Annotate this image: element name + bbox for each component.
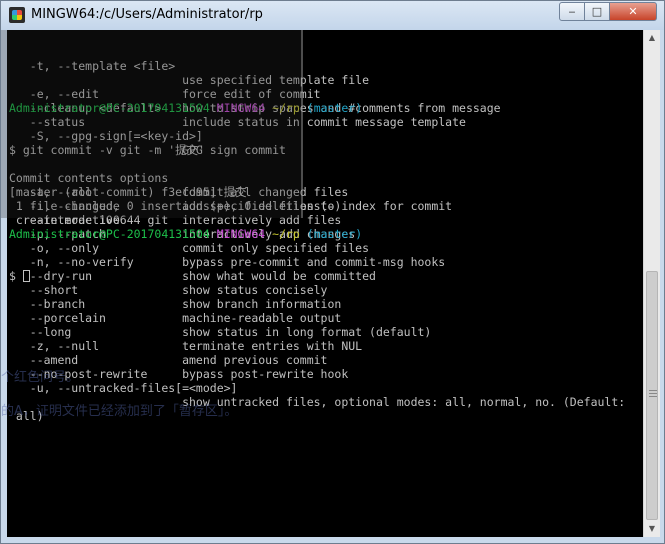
command-line: $ git commit -v git -m '提交' — [9, 143, 206, 157]
minimize-button[interactable]: ‒ — [559, 2, 585, 21]
help-line: -S, --gpg-sign[=<key-id>] — [9, 129, 203, 143]
terminal-window: MINGW64:/c/Users/Administrator/rp ‒ □ ✕ … — [0, 0, 665, 544]
help-line: -n, --no-verify bypass pre-commit and co… — [9, 255, 446, 269]
scroll-down-arrow-icon[interactable]: ▼ — [644, 521, 660, 537]
scrollbar-thumb[interactable] — [646, 271, 658, 520]
help-line: -t, --template <file> — [9, 59, 176, 73]
help-line: --status include status in commit messag… — [9, 115, 466, 129]
help-line: show untracked files, optional modes: al… — [9, 395, 626, 409]
help-line: --long show status in long format (defau… — [9, 325, 432, 339]
text-cursor — [22, 270, 30, 282]
maximize-button[interactable]: □ — [584, 2, 610, 21]
mingw-app-icon[interactable] — [9, 7, 25, 23]
help-text: -t, --template <file> use specified temp… — [9, 59, 625, 423]
prompt-user-host: Administrator@PC-201704131504 — [9, 101, 210, 115]
terminal-output[interactable]: -t, --template <file> use specified temp… — [7, 30, 643, 537]
help-line: -e, --edit force edit of commit — [9, 87, 321, 101]
vertical-scrollbar[interactable]: ▲ ▼ — [643, 30, 660, 537]
prompt-shell: MINGW64 — [216, 227, 266, 241]
help-line: --short show status concisely — [9, 283, 328, 297]
help-line: -u, --untracked-files[=<mode>] — [9, 381, 238, 395]
help-line: -z, --null terminate entries with NUL — [9, 339, 363, 353]
window-title: MINGW64:/c/Users/Administrator/rp — [31, 7, 263, 22]
prompt-path: ~/rp — [272, 227, 300, 241]
grip-icon — [649, 390, 657, 391]
scroll-up-arrow-icon[interactable]: ▲ — [644, 30, 660, 46]
close-button[interactable]: ✕ — [609, 2, 657, 21]
help-line — [9, 157, 625, 171]
prompt-branch: (master) — [306, 101, 363, 115]
help-line: all) — [9, 409, 44, 423]
help-line: --branch show branch information — [9, 297, 342, 311]
help-line: -o, --only commit only specified files — [9, 241, 370, 255]
prompt-branch: (master) — [306, 227, 363, 241]
title-bar[interactable]: MINGW64:/c/Users/Administrator/rp ‒ □ ✕ — [1, 1, 664, 30]
prompt-line-2: Administrator@PC-201704131504 MINGW64 ~/… — [9, 227, 625, 241]
help-line: use specified template file — [9, 73, 370, 87]
input-prompt: $ — [9, 269, 23, 283]
help-line: --porcelain machine-readable output — [9, 311, 342, 325]
help-line: Commit contents options — [9, 171, 169, 185]
help-line: --no-post-rewrite bypass post-rewrite ho… — [9, 367, 349, 381]
prompt-user-host: Administrator@PC-201704131504 — [9, 227, 210, 241]
help-line — [9, 423, 625, 437]
help-line: --amend amend previous commit — [9, 353, 328, 367]
output-line: 1 file changed, 0 insertions(+), 0 delet… — [9, 199, 342, 213]
prompt-shell: MINGW64 — [216, 101, 266, 115]
prompt-path: ~/rp — [272, 101, 300, 115]
prompt-line-1: Administrator@PC-201704131504 MINGW64 ~/… — [9, 101, 625, 115]
terminal-lines: -t, --template <file> use specified temp… — [9, 31, 625, 423]
